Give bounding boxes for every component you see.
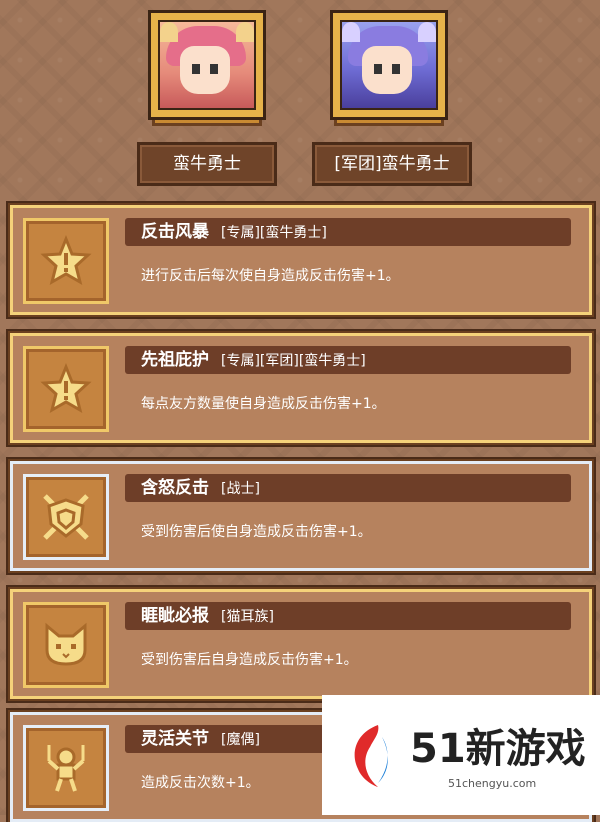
hero-image: [158, 20, 256, 110]
horn-icon: [342, 22, 360, 42]
watermark-brand: 51新游戏: [410, 726, 586, 772]
site-logo-icon: [354, 725, 388, 787]
bond-tags: [魔偶]: [221, 732, 260, 748]
portrait-frame: [148, 10, 266, 120]
bond-row[interactable]: 含怒反击 [战士] 受到伤害后使自身造成反击伤害+1。: [8, 459, 594, 573]
bond-tags: [专属][蛮牛勇士]: [221, 225, 327, 241]
hero-face: [180, 46, 230, 94]
bond-description: 造成反击次数+1。: [141, 775, 260, 791]
bond-tags: [战士]: [221, 481, 260, 497]
watermark-url: 51chengyu.com: [448, 777, 537, 790]
horn-icon: [236, 22, 254, 42]
star-icon: [23, 346, 109, 432]
horn-icon: [160, 22, 178, 42]
bond-description: 受到伤害后使自身造成反击伤害+1。: [141, 524, 372, 540]
bond-row[interactable]: 反击风暴 [专属][蛮牛勇士] 进行反击后每次使自身造成反击伤害+1。: [8, 203, 594, 317]
bond-tags: [专属][军团][蛮牛勇士]: [221, 353, 366, 369]
bond-title: 先祖庇护 [专属][军团][蛮牛勇士]: [141, 350, 366, 370]
horn-icon: [418, 22, 436, 42]
puppet-icon: [23, 725, 109, 811]
bond-row[interactable]: 先祖庇护 [专属][军团][蛮牛勇士] 每点友方数量使自身造成反击伤害+1。: [8, 331, 594, 445]
bond-title: 睚眦必报 [猫耳族]: [141, 606, 274, 626]
star-icon: [23, 218, 109, 304]
cat-face-icon: [23, 602, 109, 688]
bond-row[interactable]: 睚眦必报 [猫耳族] 受到伤害后自身造成反击伤害+1。: [8, 587, 594, 701]
bond-description: 进行反击后每次使自身造成反击伤害+1。: [141, 268, 400, 284]
portrait-frame: [330, 10, 448, 120]
bond-description: 受到伤害后自身造成反击伤害+1。: [141, 652, 358, 668]
hero-face: [362, 46, 412, 94]
hero-name-button-2[interactable]: [军团]蛮牛勇士: [312, 142, 472, 186]
watermark: 51新游戏 51chengyu.com: [322, 695, 600, 815]
bond-title: 反击风暴 [专属][蛮牛勇士]: [141, 222, 327, 242]
hero-portrait-1[interactable]: [148, 10, 266, 126]
bond-title: 灵活关节 [魔偶]: [141, 729, 260, 749]
shield-swords-icon: [23, 474, 109, 560]
hero-image: [340, 20, 438, 110]
bond-description: 每点友方数量使自身造成反击伤害+1。: [141, 396, 386, 412]
bond-title: 含怒反击 [战士]: [141, 478, 260, 498]
bond-tags: [猫耳族]: [221, 609, 274, 625]
hero-portrait-2[interactable]: [330, 10, 448, 126]
hero-name-button-1[interactable]: 蛮牛勇士: [137, 142, 277, 186]
